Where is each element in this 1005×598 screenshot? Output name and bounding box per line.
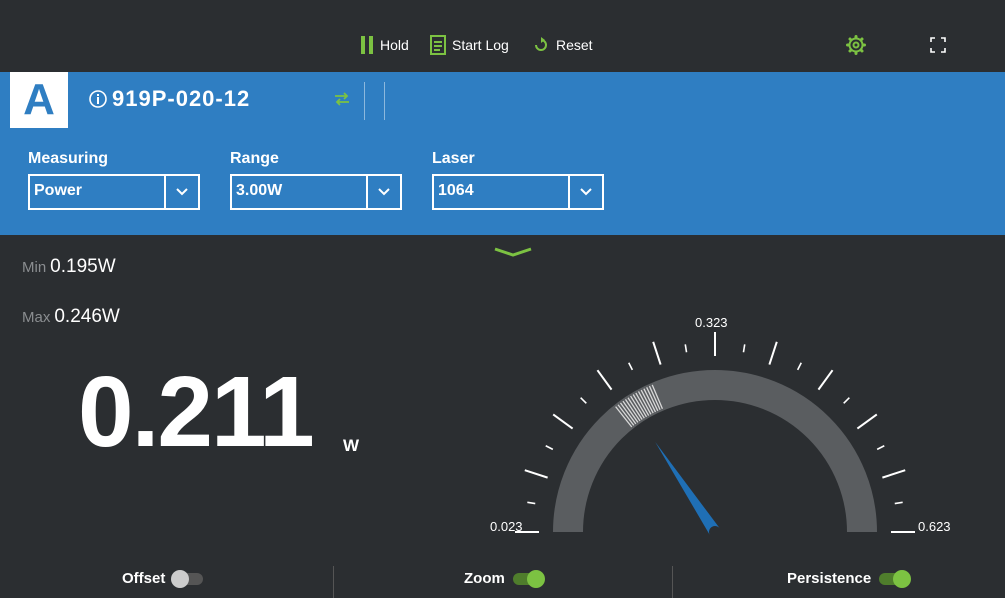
gauge-minor-tick xyxy=(843,397,850,404)
laser-value: 1064 xyxy=(438,182,474,199)
offset-label: Offset xyxy=(122,570,166,587)
persistence-switch-knob xyxy=(893,569,912,588)
gauge-min-label: 0.023 xyxy=(490,519,523,534)
gauge-major-tick xyxy=(524,469,548,479)
bottom-divider xyxy=(672,566,673,598)
settings-button[interactable] xyxy=(846,34,866,56)
swap-icon xyxy=(335,92,349,106)
laser-select[interactable]: 1064 xyxy=(432,174,604,210)
top-toolbar xyxy=(0,0,1005,30)
zoom-label: Zoom xyxy=(464,570,505,587)
gauge-major-tick xyxy=(652,341,662,365)
hold-label: Hold xyxy=(380,37,409,53)
start-log-label: Start Log xyxy=(452,37,509,53)
collapse-panel-button[interactable] xyxy=(493,246,533,264)
sensor-model-label: 919P-020-12 xyxy=(112,86,251,111)
gauge-mid-label: 0.323 xyxy=(695,315,728,330)
persistence-toggle[interactable]: Persistence xyxy=(787,569,912,588)
max-readout: Max 0.246W xyxy=(22,306,120,328)
gauge-major-tick xyxy=(596,369,613,391)
reset-label: Reset xyxy=(556,37,593,53)
gauge-major-tick xyxy=(768,341,778,365)
range-label: Range xyxy=(230,150,279,167)
header-divider xyxy=(384,82,385,120)
zoom-switch-knob xyxy=(526,569,545,588)
min-value: 0.195W xyxy=(50,256,116,277)
gauge-minor-tick xyxy=(628,362,634,371)
chevron-down-icon xyxy=(366,176,400,208)
measuring-label: Measuring xyxy=(28,150,109,167)
gauge-minor-tick xyxy=(684,344,688,353)
hold-button[interactable]: Hold xyxy=(360,34,409,56)
max-value: 0.246W xyxy=(54,306,120,327)
reset-icon xyxy=(535,37,547,51)
persistence-switch[interactable] xyxy=(879,569,912,588)
start-log-button[interactable]: Start Log xyxy=(430,34,509,56)
range-select[interactable]: 3.00W xyxy=(230,174,402,210)
gauge-major-tick xyxy=(817,369,834,391)
min-readout: Min 0.195W xyxy=(22,256,116,278)
gauge-minor-tick xyxy=(894,501,903,505)
reset-button[interactable]: Reset xyxy=(532,34,593,56)
laser-label: Laser xyxy=(432,150,475,167)
measuring-select[interactable]: Power xyxy=(28,174,200,210)
header-divider xyxy=(364,82,365,120)
measuring-value: Power xyxy=(34,182,83,199)
min-label: Min xyxy=(22,259,47,276)
bottom-divider xyxy=(333,566,334,598)
power-gauge: 0.023 0.323 0.623 xyxy=(490,315,951,536)
gauge-major-tick xyxy=(856,413,878,430)
reading-unit: W xyxy=(343,436,360,455)
fullscreen-button[interactable] xyxy=(930,34,946,56)
persistence-label: Persistence xyxy=(787,570,872,587)
gauge-minor-tick xyxy=(580,397,587,404)
info-icon xyxy=(89,90,107,108)
zoom-toggle[interactable]: Zoom xyxy=(464,569,545,588)
gauge-minor-tick xyxy=(876,445,885,451)
gauge-minor-tick xyxy=(742,344,746,353)
zoom-switch[interactable] xyxy=(512,569,545,588)
offset-switch-knob xyxy=(171,569,190,588)
range-value: 3.00W xyxy=(236,182,283,199)
main-reading: 0.211 xyxy=(78,356,315,468)
max-label: Max xyxy=(22,309,51,326)
gauge-major-tick xyxy=(552,413,574,430)
channel-letter: A xyxy=(10,72,68,128)
gauge-major-tick xyxy=(882,469,906,479)
log-icon xyxy=(430,35,446,55)
pause-icon xyxy=(361,36,373,54)
gauge-needle xyxy=(655,442,720,536)
gauge-max-label: 0.623 xyxy=(918,519,951,534)
gear-icon xyxy=(846,35,866,55)
gauge-minor-tick xyxy=(796,362,802,371)
gauge-minor-tick xyxy=(527,501,536,505)
offset-switch[interactable] xyxy=(171,569,204,588)
sensor-model[interactable]: 919P-020-12 xyxy=(88,86,250,112)
gauge-arc xyxy=(553,370,877,533)
swap-button[interactable] xyxy=(333,90,351,113)
chevron-down-icon xyxy=(164,176,198,208)
chevron-down-icon xyxy=(494,247,532,257)
chevron-down-icon xyxy=(568,176,602,208)
gauge-minor-tick xyxy=(545,445,554,451)
fullscreen-icon xyxy=(930,37,946,53)
offset-toggle[interactable]: Offset xyxy=(122,569,204,588)
